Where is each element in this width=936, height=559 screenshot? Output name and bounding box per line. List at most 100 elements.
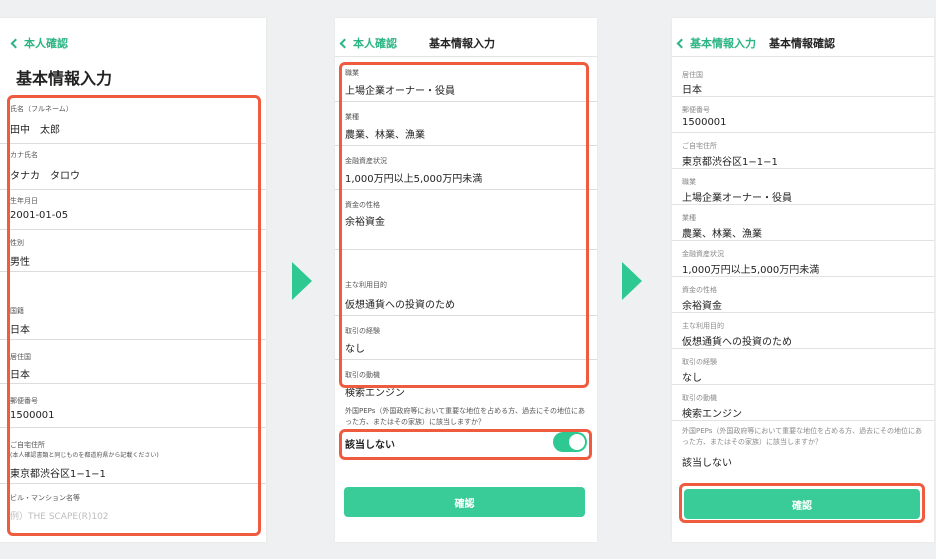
toggle-label: 該当しない — [345, 440, 395, 451]
residence-country-field[interactable]: 居住国 日本 — [0, 340, 266, 384]
row-divider — [672, 96, 934, 97]
row-value: 1,000万円以上5,000万円未満 — [682, 265, 820, 276]
field-label: 金融資産状況 — [345, 157, 387, 165]
row-divider — [672, 384, 934, 385]
row-label: 郵便番号 — [682, 106, 710, 114]
postal-code-field[interactable]: 郵便番号 1500001 — [0, 384, 266, 428]
row-value: 日本 — [682, 85, 702, 96]
occupation-field[interactable]: 職業 上場企業オーナー・役員 — [335, 60, 597, 102]
field-label: 職業 — [345, 69, 359, 77]
chevron-left-icon — [10, 38, 21, 48]
row-label: 居住国 — [682, 71, 703, 79]
confirm-button[interactable]: 確認 — [684, 489, 920, 519]
header-title: 基本情報入力 — [429, 37, 495, 50]
next-step-arrow-icon — [622, 262, 642, 300]
field-value: 仮想通貨への投資のため — [345, 300, 455, 311]
header-divider — [335, 56, 597, 57]
birthdate-field[interactable]: 生年月日 2001-01-05 — [0, 190, 266, 230]
field-label: 居住国 — [10, 353, 31, 361]
peps-toggle[interactable] — [553, 432, 587, 452]
field-sublabel: (本人確認書類と同じものを都道府県から記載ください) — [10, 452, 159, 459]
row-value: なし — [682, 373, 702, 384]
field-label: 郵便番号 — [10, 397, 38, 405]
field-value: なし — [345, 344, 365, 355]
page-title: 基本情報入力 — [16, 69, 113, 88]
field-label: 業種 — [345, 113, 359, 121]
field-label: 生年月日 — [10, 197, 38, 205]
peps-answer: 該当しない — [682, 458, 732, 469]
field-label: ご自宅住所 — [10, 441, 45, 449]
back-button[interactable]: 基本情報入力 — [676, 35, 756, 51]
home-address-field[interactable]: ご自宅住所 (本人確認書類と同じものを都道府県から記載ください) 東京都渋谷区1… — [0, 428, 266, 484]
field-label: 氏名（フルネーム） — [10, 105, 73, 113]
row-divider — [672, 168, 934, 169]
row-divider — [672, 348, 934, 349]
field-label: 資金の性格 — [345, 201, 380, 209]
industry-field[interactable]: 業種 農業、林業、漁業 — [335, 102, 597, 146]
field-value: タナカ タロウ — [10, 171, 80, 182]
row-divider — [672, 420, 934, 421]
row-value: 農業、林業、漁業 — [682, 229, 762, 240]
chevron-left-icon — [676, 38, 687, 48]
row-value: 1500001 — [682, 117, 727, 128]
back-button[interactable]: 本人確認 — [10, 35, 68, 51]
main-purpose-field[interactable]: 主な利用目的 仮想通貨への投資のため — [335, 250, 597, 316]
confirm-button[interactable]: 確認 — [344, 487, 585, 517]
row-divider — [672, 240, 934, 241]
back-label: 本人確認 — [24, 37, 68, 50]
row-label: 取引の動機 — [682, 394, 717, 402]
field-label: 国籍 — [10, 307, 24, 315]
row-label: 職業 — [682, 178, 696, 186]
trading-motive-field[interactable]: 取引の動機 検索エンジン — [335, 360, 597, 402]
field-value: 余裕資金 — [345, 217, 385, 228]
nationality-field[interactable]: 国籍 日本 — [0, 272, 266, 340]
field-value: 農業、林業、漁業 — [345, 130, 425, 141]
row-value: 仮想通貨への投資のため — [682, 337, 792, 348]
row-divider — [672, 204, 934, 205]
row-divider — [672, 276, 934, 277]
header-title: 基本情報確認 — [769, 37, 835, 50]
chevron-left-icon — [339, 38, 350, 48]
next-step-arrow-icon — [292, 262, 312, 300]
row-divider — [672, 312, 934, 313]
financial-assets-field[interactable]: 金融資産状況 1,000万円以上5,000万円未満 — [335, 146, 597, 190]
row-label: 業種 — [682, 214, 696, 222]
gender-field[interactable]: 性別 男性 — [0, 230, 266, 272]
screen-basic-info-confirm: 基本情報入力 基本情報確認 居住国 日本 郵便番号 1500001 ご自宅住所 … — [672, 18, 934, 542]
name-field[interactable]: 氏名（フルネーム） 田中 太郎 — [0, 98, 266, 144]
field-label: 性別 — [10, 239, 24, 247]
trading-experience-field[interactable]: 取引の経験 なし — [335, 316, 597, 360]
row-value: 余裕資金 — [682, 301, 722, 312]
row-divider — [672, 132, 934, 133]
field-value: 1,000万円以上5,000万円未満 — [345, 174, 483, 185]
row-label: ご自宅住所 — [682, 142, 717, 150]
field-value: 2001-01-05 — [10, 210, 69, 221]
field-label: ビル・マンション名等 — [10, 494, 80, 502]
back-label: 本人確認 — [353, 37, 397, 50]
screen-basic-info-input-2: 本人確認 基本情報入力 職業 上場企業オーナー・役員 業種 農業、林業、漁業 金… — [335, 18, 597, 542]
field-value: 男性 — [10, 257, 30, 268]
row-label: 主な利用目的 — [682, 322, 724, 330]
field-value: 田中 太郎 — [10, 125, 60, 136]
field-value: 日本 — [10, 325, 30, 336]
row-label: 資金の性格 — [682, 286, 717, 294]
kana-name-field[interactable]: カナ氏名 タナカ タロウ — [0, 144, 266, 190]
field-label: 取引の経験 — [345, 327, 380, 335]
peps-question: 外国PEPs（外国政府等において重要な地位を占める方、過去にその地位にあった方、… — [345, 407, 586, 426]
field-label: 主な利用目的 — [345, 281, 387, 289]
building-name-field[interactable]: ビル・マンション名等 例）THE SCAPE(R)102 — [0, 484, 266, 532]
back-button[interactable]: 本人確認 — [339, 35, 397, 51]
field-value: 上場企業オーナー・役員 — [345, 86, 455, 97]
row-label: 取引の経験 — [682, 358, 717, 366]
field-label: カナ氏名 — [10, 151, 38, 159]
fund-nature-field[interactable]: 資金の性格 余裕資金 — [335, 190, 597, 250]
screen-basic-info-input: 本人確認 基本情報入力 氏名（フルネーム） 田中 太郎 カナ氏名 タナカ タロウ… — [0, 18, 266, 542]
field-placeholder: 例）THE SCAPE(R)102 — [10, 512, 109, 522]
toggle-knob — [569, 434, 585, 450]
row-value: 上場企業オーナー・役員 — [682, 193, 792, 204]
row-value: 検索エンジン — [682, 409, 742, 420]
back-label: 基本情報入力 — [690, 37, 756, 50]
field-value: 日本 — [10, 370, 30, 381]
row-value: 東京都渋谷区1−1−1 — [682, 157, 778, 168]
row-label: 金融資産状況 — [682, 250, 724, 258]
